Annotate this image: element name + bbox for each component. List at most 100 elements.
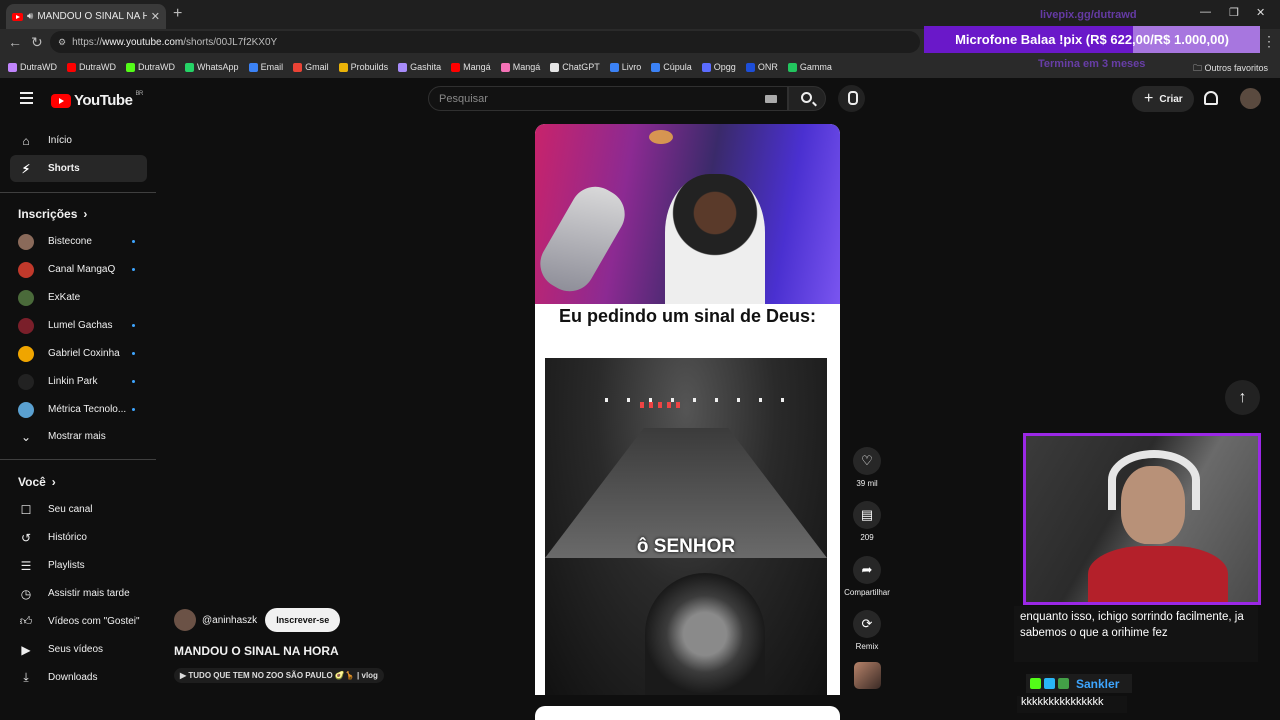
folder-icon: 🗀︎ — [1192, 63, 1202, 73]
linked-video-chip[interactable]: ▶ TUDO QUE TEM NO ZOO SÃO PAULO 🥑🦒 | vlo… — [174, 668, 384, 683]
address-bar[interactable]: ⚙︎ https://www.youtube.com/shorts/00JL7f… — [50, 31, 920, 53]
channel-avatar — [18, 373, 34, 390]
clock-icon: ◷ — [20, 586, 32, 601]
bookmark-item[interactable]: ONR — [745, 62, 778, 72]
other-favorites[interactable]: 🗀︎ Outros favoritos — [1193, 61, 1268, 77]
goal-deadline-ghost-text: Termina em 3 meses — [1038, 58, 1146, 70]
subscribe-button[interactable]: Inscrever-se — [265, 608, 341, 632]
remix-button[interactable]: ⟳ Remix — [843, 610, 891, 651]
sidebar: ⌂ Início ⚡︎ Shorts Inscrições › Bistecon… — [0, 126, 156, 720]
voice-search-button[interactable] — [838, 85, 865, 112]
shorts-icon: ⚡︎ — [21, 161, 31, 176]
reload-icon[interactable]: ↻ — [31, 34, 43, 51]
download-icon: ⤓ — [23, 670, 29, 684]
subscriber-badge-icon — [1044, 678, 1055, 689]
sidebar-subscription-item[interactable]: Gabriel Coxinha — [10, 340, 147, 367]
new-tab-button[interactable]: + — [173, 5, 182, 23]
browser-menu-icon[interactable]: ⋮ — [1262, 33, 1276, 50]
next-short-preview[interactable] — [535, 706, 840, 720]
bookmark-item[interactable]: DutraWD — [67, 62, 116, 72]
sidebar-you-item[interactable]: ◷ Assistir mais tarde — [10, 580, 147, 607]
stream-screenshot — [535, 124, 840, 304]
sidebar-item-shorts[interactable]: ⚡︎ Shorts — [10, 155, 147, 182]
sidebar-item-inicio[interactable]: ⌂ Início — [10, 127, 147, 154]
previous-short-button[interactable]: ↑ — [1225, 380, 1260, 415]
sidebar-you-item[interactable]: ▶ Seus vídeos — [10, 636, 147, 663]
show-more-button[interactable]: ⌄ Mostrar mais — [10, 423, 147, 450]
bookmark-item[interactable]: ChatGPT — [550, 62, 600, 72]
share-button[interactable]: ➦ Compartilhar — [843, 556, 891, 597]
youtube-logo[interactable]: YouTube BR — [51, 91, 143, 109]
browser-tab[interactable]: 🔊︎ MANDOU O SINAL NA HORA ✕ — [6, 4, 166, 29]
sidebar-subscription-item[interactable]: Linkin Park — [10, 368, 147, 395]
menu-icon[interactable] — [20, 92, 33, 107]
channel-avatar[interactable] — [174, 609, 196, 631]
bookmark-item[interactable]: Opgg — [701, 62, 736, 72]
sidebar-subscription-item[interactable]: Canal MangaQ — [10, 256, 147, 283]
arrow-up-icon: ↑ — [1238, 388, 1247, 406]
search-button[interactable] — [788, 86, 826, 111]
like-button[interactable]: ♡ 39 mil — [843, 447, 891, 488]
channel-avatar — [18, 261, 34, 278]
window-close-icon[interactable]: ✕ — [1256, 6, 1265, 19]
bookmark-item[interactable]: Gmail — [293, 62, 329, 72]
bookmark-favicon-icon — [248, 62, 258, 72]
create-button[interactable]: + Criar — [1132, 86, 1194, 112]
donation-progress-remaining — [1133, 26, 1260, 53]
plus-icon: + — [1144, 90, 1154, 107]
bookmark-favicon-icon — [451, 62, 461, 72]
sidebar-you-item[interactable]: ☐ Seu canal — [10, 496, 147, 523]
share-icon: ➦ — [853, 556, 881, 584]
bookmark-item[interactable]: Mangá — [451, 62, 491, 72]
video-icon: ▶ — [21, 642, 31, 657]
bookmark-item[interactable]: Livro — [609, 62, 641, 72]
remix-icon: ⟳ — [853, 610, 881, 638]
bookmark-item[interactable]: DutraWD — [126, 62, 175, 72]
new-content-dot — [132, 324, 135, 327]
channel-avatar — [18, 401, 34, 418]
sidebar-subscription-item[interactable]: Lumel Gachas — [10, 312, 147, 339]
night-drive-clip: ô SENHOR — [545, 358, 827, 695]
you-heading[interactable]: Você › — [18, 475, 56, 489]
comments-button[interactable]: ▤ 209 — [843, 501, 891, 542]
bookmark-item[interactable]: Mangá — [500, 62, 540, 72]
new-content-dot — [132, 408, 135, 411]
sidebar-you-item[interactable]: 👍︎ Vídeos com "Gostei" — [10, 608, 147, 635]
keyboard-icon[interactable] — [765, 95, 777, 103]
gift-badge-icon — [1058, 678, 1069, 689]
sidebar-subscription-item[interactable]: Bistecone — [10, 228, 147, 255]
bookmark-item[interactable]: Cúpula — [651, 62, 692, 72]
bookmark-item[interactable]: Gamma — [787, 62, 832, 72]
sidebar-subscription-item[interactable]: Métrica Tecnolo... — [10, 396, 147, 423]
sidebar-you-item[interactable]: ↺ Histórico — [10, 524, 147, 551]
bookmark-item[interactable]: DutraWD — [8, 62, 57, 72]
short-title: MANDOU O SINAL NA HORA — [174, 644, 339, 658]
chevron-down-icon: ⌄ — [20, 429, 32, 444]
search-icon — [801, 92, 812, 103]
subscriptions-heading[interactable]: Inscrições › — [18, 207, 87, 221]
account-avatar[interactable] — [1240, 88, 1261, 109]
site-info-icon[interactable]: ⚙︎ — [58, 37, 66, 48]
search-input[interactable]: Pesquisar — [428, 86, 788, 111]
bookmark-item[interactable]: Gashita — [398, 62, 441, 72]
channel-avatar — [18, 317, 34, 334]
speaker-icon[interactable]: 🔊︎ — [27, 11, 33, 22]
sidebar-you-item[interactable]: ☰ Playlists — [10, 552, 147, 579]
livepix-ghost-text: livepix.gg/dutrawd — [1040, 9, 1137, 21]
channel-handle[interactable]: @aninhaszk — [202, 615, 257, 626]
bookmark-item[interactable]: WhatsApp — [185, 62, 239, 72]
minimize-icon[interactable]: — — [1200, 6, 1211, 18]
sidebar-subscription-item[interactable]: ExKate — [10, 284, 147, 311]
tab-close-icon[interactable]: ✕ — [151, 10, 160, 23]
channel-info: @aninhaszk Inscrever-se — [174, 608, 341, 632]
bookmark-item[interactable]: Probuilds — [338, 62, 388, 72]
notifications-icon[interactable] — [1204, 91, 1218, 105]
short-video-player[interactable]: Eu pedindo um sinal de Deus: ô SENHOR — [535, 124, 840, 695]
sound-thumbnail[interactable] — [854, 662, 881, 689]
sidebar-you-item[interactable]: ⤓ Downloads — [10, 664, 147, 691]
sidebar-divider — [0, 192, 156, 193]
restore-icon[interactable]: ❐ — [1229, 6, 1239, 19]
bookmark-item[interactable]: Email — [248, 62, 283, 72]
bookmark-favicon-icon — [398, 62, 408, 72]
back-icon[interactable]: ← — [8, 34, 22, 50]
